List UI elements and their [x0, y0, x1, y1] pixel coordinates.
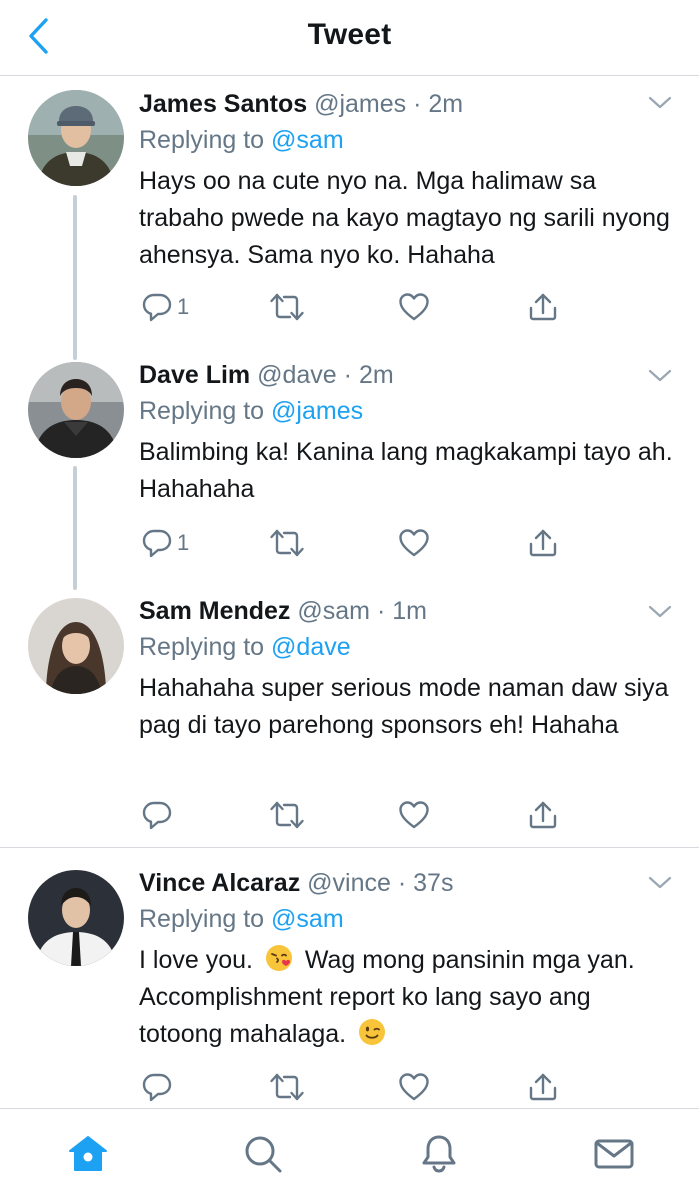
- kissing-face-with-heart-emoji: [265, 945, 292, 971]
- tweet-vince-alcaraz[interactable]: Vince Alcaraz @vince · 37s Replying to @…: [0, 849, 699, 1108]
- bell-icon: [422, 1135, 456, 1173]
- display-name[interactable]: Sam Mendez: [139, 597, 290, 625]
- replying-to: Replying to @sam: [139, 123, 679, 157]
- home-icon: [69, 1136, 107, 1171]
- replying-to-label: Replying to: [139, 397, 265, 425]
- replying-to-label: Replying to: [139, 126, 265, 154]
- avatar[interactable]: [28, 870, 124, 966]
- like-button[interactable]: [398, 523, 430, 563]
- envelope-icon: [594, 1139, 634, 1169]
- user-handle[interactable]: @james: [314, 90, 406, 118]
- replying-to: Replying to @sam: [139, 902, 679, 936]
- mention-link[interactable]: @dave: [271, 633, 351, 661]
- share-button[interactable]: [527, 287, 559, 327]
- reply-bubble-icon: [141, 799, 173, 831]
- share-button[interactable]: [527, 1067, 559, 1107]
- share-button[interactable]: [527, 795, 559, 835]
- retweet-button[interactable]: [269, 523, 305, 563]
- top-navigation-bar: Tweet: [0, 0, 699, 76]
- user-handle[interactable]: @dave: [257, 361, 337, 389]
- avatar[interactable]: [28, 598, 124, 694]
- mention-link[interactable]: @james: [271, 397, 363, 425]
- tweet-header: Vince Alcaraz @vince · 37s: [139, 866, 679, 900]
- reply-button[interactable]: [141, 1067, 173, 1107]
- reply-bubble-icon: [141, 1071, 173, 1103]
- tweet-sam-mendez[interactable]: Sam Mendez @sam · 1m Replying to @dave H…: [0, 584, 699, 848]
- tweet-james-santos[interactable]: James Santos @james · 2m Replying to @sa…: [0, 77, 699, 353]
- tweet-actions: [139, 1067, 569, 1107]
- chevron-down-icon[interactable]: [647, 873, 673, 893]
- chevron-down-icon[interactable]: [647, 366, 673, 386]
- chevron-down-icon[interactable]: [647, 93, 673, 113]
- tweet-header: Dave Lim @dave · 2m: [139, 358, 679, 392]
- display-name[interactable]: Dave Lim: [139, 361, 250, 389]
- retweet-icon: [269, 1071, 305, 1103]
- timestamp: · 2m: [413, 90, 464, 118]
- reply-button[interactable]: 1: [141, 523, 189, 563]
- replying-to-label: Replying to: [139, 633, 265, 661]
- share-icon: [527, 291, 559, 323]
- avatar[interactable]: [28, 90, 124, 186]
- tweet-text: Hays oo na cute nyo na. Mga halimaw sa t…: [139, 167, 670, 269]
- timestamp: · 1m: [376, 597, 427, 625]
- display-name[interactable]: James Santos: [139, 90, 307, 118]
- reply-count: 1: [177, 294, 190, 319]
- reply-button[interactable]: 1: [141, 287, 189, 327]
- winking-face-emoji: [359, 1019, 386, 1045]
- reply-count: 1: [177, 530, 190, 555]
- like-button[interactable]: [398, 1067, 430, 1107]
- tweet-text-part-1: I love you.: [139, 946, 253, 974]
- thread-line: [73, 195, 77, 353]
- retweet-button[interactable]: [269, 287, 305, 327]
- mention-link[interactable]: @sam: [271, 905, 344, 933]
- user-handle[interactable]: @sam: [297, 597, 370, 625]
- retweet-icon: [269, 527, 305, 559]
- retweet-icon: [269, 291, 305, 323]
- tweet-header: James Santos @james · 2m: [139, 87, 679, 121]
- retweet-button[interactable]: [269, 795, 305, 835]
- page-title: Tweet: [307, 18, 392, 51]
- thread-line: [73, 466, 77, 590]
- tweet-actions: 1: [139, 287, 569, 327]
- reply-bubble-icon: [141, 527, 173, 559]
- chevron-down-icon[interactable]: [647, 602, 673, 622]
- replying-to: Replying to @james: [139, 394, 679, 428]
- tweet-header: Sam Mendez @sam · 1m: [139, 594, 679, 628]
- replying-to: Replying to @dave: [139, 630, 679, 664]
- share-icon: [527, 527, 559, 559]
- tweet-actions: [139, 795, 569, 835]
- reply-bubble-icon: [141, 291, 173, 323]
- tab-home[interactable]: [63, 1129, 113, 1179]
- tweet-text: Hahahaha super serious mode naman daw si…: [139, 674, 669, 739]
- timestamp: · 37s: [397, 869, 454, 897]
- search-icon: [245, 1136, 282, 1173]
- tweet-text: I love you. Wag mong pansinin mga yan. A…: [139, 942, 679, 1053]
- heart-icon: [398, 799, 430, 831]
- share-icon: [527, 799, 559, 831]
- retweet-button[interactable]: [269, 1067, 305, 1107]
- tab-messages[interactable]: [589, 1129, 639, 1179]
- mention-link[interactable]: @sam: [271, 126, 344, 154]
- tweet-dave-lim[interactable]: Dave Lim @dave · 2m Replying to @james B…: [0, 344, 699, 590]
- heart-icon: [398, 1071, 430, 1103]
- share-button[interactable]: [527, 523, 559, 563]
- heart-icon: [398, 291, 430, 323]
- like-button[interactable]: [398, 795, 430, 835]
- heart-icon: [398, 527, 430, 559]
- bottom-tab-bar: [0, 1108, 699, 1200]
- tweet-text: Balimbing ka! Kanina lang magkakampi tay…: [139, 438, 673, 503]
- thread-line: [73, 344, 77, 360]
- tab-notifications[interactable]: [414, 1129, 464, 1179]
- share-icon: [527, 1071, 559, 1103]
- retweet-icon: [269, 799, 305, 831]
- tab-search[interactable]: [238, 1129, 288, 1179]
- avatar[interactable]: [28, 362, 124, 458]
- timestamp: · 2m: [343, 361, 394, 389]
- tweet-actions: 1: [139, 523, 569, 563]
- user-handle[interactable]: @vince: [307, 869, 391, 897]
- reply-button[interactable]: [141, 795, 173, 835]
- replying-to-label: Replying to: [139, 905, 265, 933]
- like-button[interactable]: [398, 287, 430, 327]
- display-name[interactable]: Vince Alcaraz: [139, 869, 300, 897]
